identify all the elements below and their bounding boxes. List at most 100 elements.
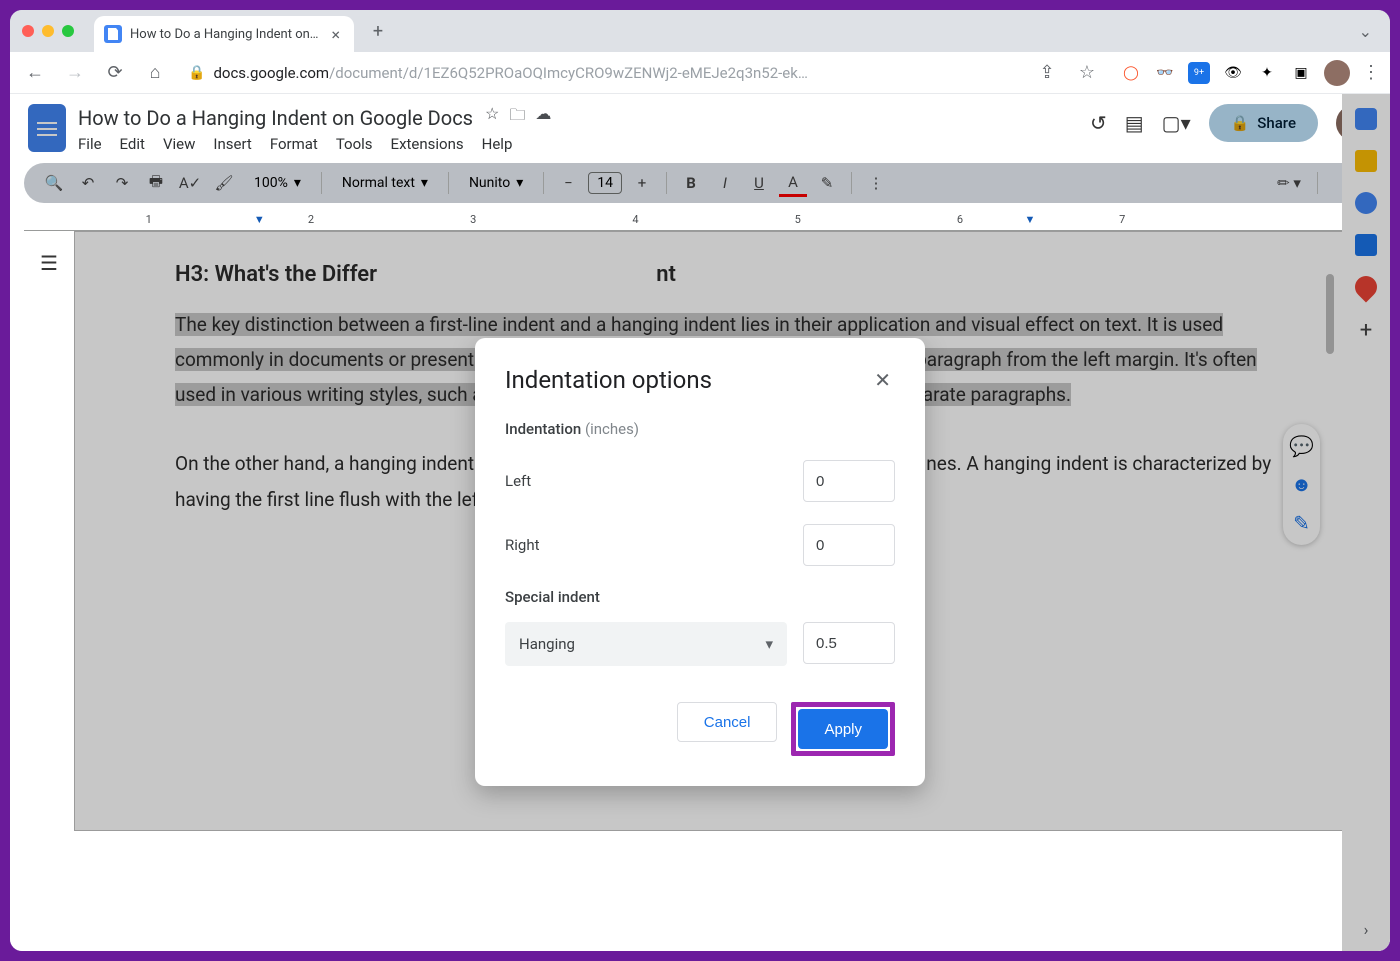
suggest-edit-icon[interactable]: ✎: [1293, 511, 1310, 535]
underline-button[interactable]: U: [745, 169, 773, 197]
maps-icon[interactable]: [1350, 271, 1381, 302]
history-icon[interactable]: ↺: [1090, 111, 1107, 135]
menu-help[interactable]: Help: [482, 135, 513, 153]
url-field[interactable]: 🔒 docs.google.com/document/d/1EZ6Q52PROa…: [180, 64, 1022, 82]
hide-sidepanel-button[interactable]: ›: [1364, 920, 1369, 939]
doc-heading: H3: What's the Difference Between a Firs…: [175, 262, 1275, 287]
contacts-icon[interactable]: [1355, 234, 1377, 256]
special-indent-value-input[interactable]: [803, 622, 895, 664]
editing-mode-button[interactable]: ✏ ▾: [1275, 169, 1303, 197]
docs-toolbar: 🔍 ↶ ↷ 🖶 A✓ 🖌 100% ▾ Normal text ▾ Nunito…: [24, 163, 1376, 203]
tab-close-button[interactable]: ×: [327, 25, 344, 44]
search-button[interactable]: 🔍: [40, 169, 68, 197]
paragraph-style-dropdown[interactable]: Normal text ▾: [332, 175, 438, 191]
nav-home-button[interactable]: ⌂: [140, 58, 170, 88]
dialog-close-button[interactable]: ✕: [870, 364, 895, 396]
font-size-increase[interactable]: +: [628, 169, 656, 197]
text-color-button[interactable]: A: [779, 169, 807, 197]
extension-4-icon[interactable]: 👁: [1222, 62, 1244, 84]
menu-format[interactable]: Format: [270, 135, 318, 153]
extension-icons: ◯ 👓 9+ 👁 ✦ ▣ ⋮: [1112, 60, 1380, 86]
lock-share-icon: 🔒: [1231, 114, 1250, 132]
document-outline-button[interactable]: ☰: [40, 251, 58, 275]
indentation-options-dialog: Indentation options ✕ Indentation (inche…: [475, 338, 925, 786]
extension-2-icon[interactable]: 👓: [1154, 62, 1176, 84]
undo-button[interactable]: ↶: [74, 169, 102, 197]
nav-reload-button[interactable]: ⟳: [100, 58, 130, 88]
left-indent-label: Left: [505, 472, 531, 490]
share-button[interactable]: 🔒 Share: [1209, 104, 1318, 142]
browser-tab[interactable]: How to Do a Hanging Indent on… ×: [94, 16, 354, 52]
window-close-button[interactable]: [22, 25, 34, 37]
indentation-section-label: Indentation (inches): [505, 420, 895, 438]
tasks-icon[interactable]: [1355, 192, 1377, 214]
menu-edit[interactable]: Edit: [120, 135, 145, 153]
tab-title: How to Do a Hanging Indent on…: [130, 27, 319, 42]
keep-icon[interactable]: [1355, 150, 1377, 172]
window-controls: [22, 25, 74, 37]
menu-insert[interactable]: Insert: [213, 135, 251, 153]
meet-icon[interactable]: ▢▾: [1162, 111, 1191, 135]
extensions-puzzle-icon[interactable]: ✦: [1256, 62, 1278, 84]
tab-strip: How to Do a Hanging Indent on… × + ⌄: [10, 10, 1390, 52]
italic-button[interactable]: I: [711, 169, 739, 197]
dialog-title: Indentation options: [505, 366, 712, 394]
url-text: docs.google.com/document/d/1EZ6Q52PROaOQ…: [213, 64, 807, 82]
brave-icon[interactable]: ◯: [1120, 62, 1142, 84]
comment-bubble: 💬 ☻ ✎: [1283, 424, 1320, 545]
lock-icon: 🔒: [188, 65, 205, 81]
toolbar-more-button[interactable]: ⋮: [862, 169, 890, 197]
sidepanel-icon[interactable]: ▣: [1290, 62, 1312, 84]
add-on-button[interactable]: +: [1360, 318, 1372, 343]
special-indent-label: Special indent: [505, 588, 895, 606]
menu-extensions[interactable]: Extensions: [391, 135, 464, 153]
spellcheck-button[interactable]: A✓: [176, 169, 204, 197]
menu-tools[interactable]: Tools: [336, 135, 373, 153]
highlight-button[interactable]: ✎: [813, 169, 841, 197]
browser-menu-button[interactable]: ⋮: [1362, 62, 1380, 83]
paint-format-button[interactable]: 🖌: [210, 169, 238, 197]
special-indent-dropdown[interactable]: Hanging ▾: [505, 622, 787, 666]
tab-overflow-button[interactable]: ⌄: [1353, 16, 1378, 47]
right-indent-label: Right: [505, 536, 539, 554]
docs-header: How to Do a Hanging Indent on Google Doc…: [10, 94, 1390, 153]
calendar-icon[interactable]: [1355, 108, 1377, 130]
docs-logo-icon[interactable]: [28, 104, 66, 152]
horizontal-ruler[interactable]: 1 ▼ 2 3 4 5 6 ▼ 7: [24, 213, 1376, 231]
share-url-button[interactable]: ⇪: [1032, 58, 1062, 88]
move-icon[interactable]: 🗀: [509, 104, 525, 131]
extension-badge-icon[interactable]: 9+: [1188, 62, 1210, 84]
window-maximize-button[interactable]: [62, 25, 74, 37]
print-button[interactable]: 🖶: [142, 169, 170, 197]
cloud-status-icon: ☁: [535, 104, 551, 131]
bookmark-button[interactable]: ☆: [1072, 58, 1102, 88]
new-tab-button[interactable]: +: [364, 17, 392, 45]
font-family-dropdown[interactable]: Nunito ▾: [459, 175, 533, 191]
add-comment-icon[interactable]: 💬: [1289, 434, 1314, 458]
document-title[interactable]: How to Do a Hanging Indent on Google Doc…: [78, 106, 473, 130]
nav-forward-button[interactable]: →: [60, 58, 90, 88]
right-indent-input[interactable]: [803, 524, 895, 566]
menu-view[interactable]: View: [163, 135, 195, 153]
docs-favicon-icon: [104, 25, 122, 43]
redo-button[interactable]: ↷: [108, 169, 136, 197]
cancel-button[interactable]: Cancel: [677, 702, 778, 742]
star-icon[interactable]: ☆: [485, 104, 499, 131]
window-minimize-button[interactable]: [42, 25, 54, 37]
scrollbar-thumb[interactable]: [1326, 274, 1334, 354]
zoom-dropdown[interactable]: 100% ▾: [244, 175, 311, 191]
menu-bar: File Edit View Insert Format Tools Exten…: [78, 135, 1078, 153]
chevron-down-icon: ▾: [765, 635, 773, 653]
profile-avatar[interactable]: [1324, 60, 1350, 86]
left-indent-input[interactable]: [803, 460, 895, 502]
comments-icon[interactable]: ▤: [1125, 111, 1144, 135]
apply-button[interactable]: Apply: [798, 709, 888, 749]
side-panel: + ›: [1342, 94, 1390, 951]
font-size-decrease[interactable]: −: [554, 169, 582, 197]
address-bar: ← → ⟳ ⌂ 🔒 docs.google.com/document/d/1EZ…: [10, 52, 1390, 94]
nav-back-button[interactable]: ←: [20, 58, 50, 88]
menu-file[interactable]: File: [78, 135, 102, 153]
add-emoji-icon[interactable]: ☻: [1291, 472, 1312, 497]
bold-button[interactable]: B: [677, 169, 705, 197]
font-size-input[interactable]: 14: [588, 172, 622, 194]
